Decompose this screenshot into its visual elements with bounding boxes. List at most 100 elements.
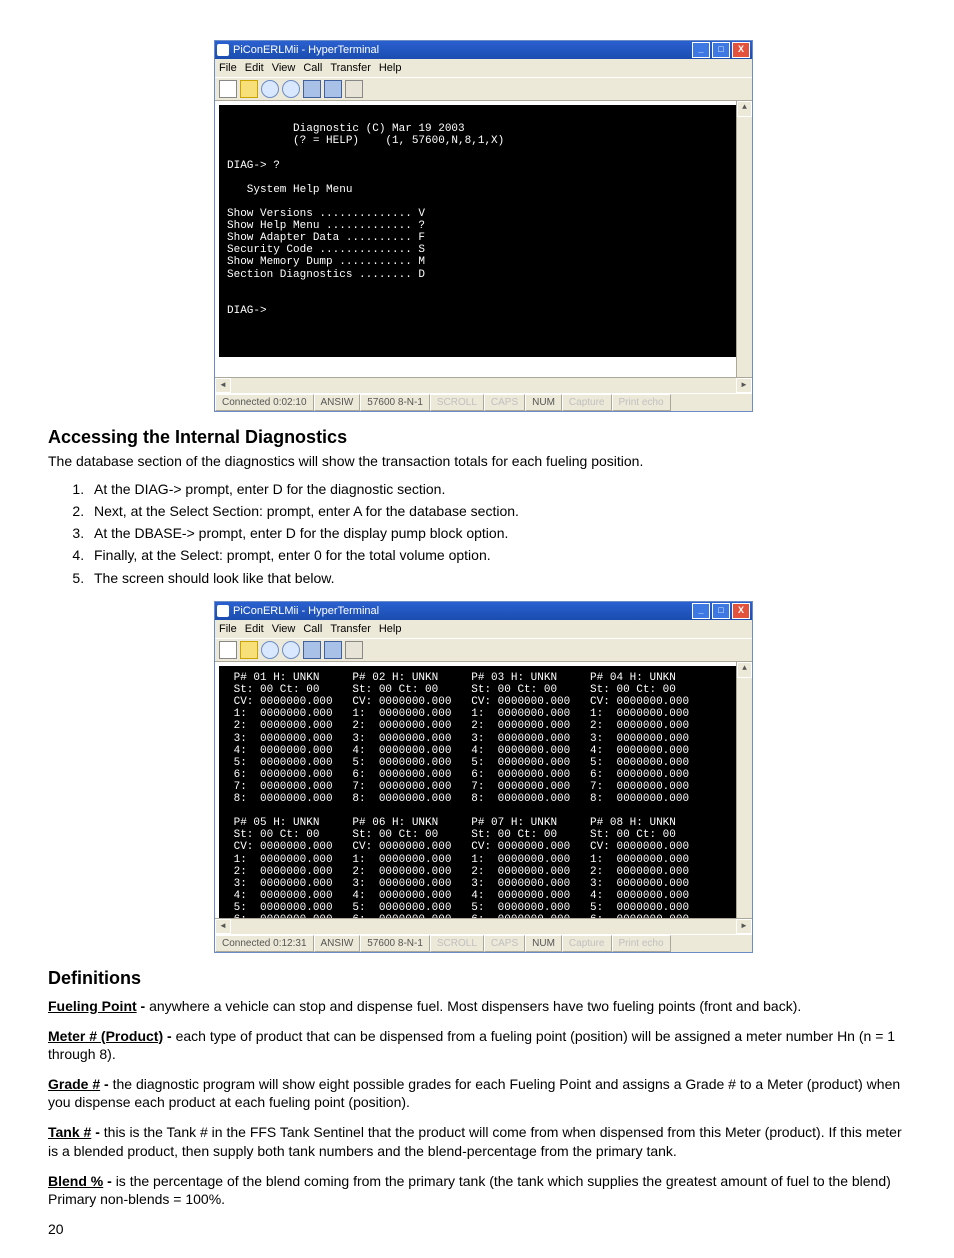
horizontal-scrollbar[interactable]: ◄ ► xyxy=(215,918,752,934)
hangup-icon[interactable] xyxy=(282,641,300,659)
definition-separator: - xyxy=(163,1028,175,1044)
intro-paragraph: The database section of the diagnostics … xyxy=(48,452,906,470)
step-5: The screen should look like that below. xyxy=(88,569,906,587)
call-icon[interactable] xyxy=(261,641,279,659)
new-icon[interactable] xyxy=(219,641,237,659)
status-num: NUM xyxy=(525,935,562,952)
app-icon xyxy=(217,44,229,56)
step-3: At the DBASE-> prompt, enter D for the d… xyxy=(88,524,906,542)
definition-separator: - xyxy=(100,1076,112,1092)
open-icon[interactable] xyxy=(240,641,258,659)
step-2: Next, at the Select Section: prompt, ent… xyxy=(88,502,906,520)
terminal-text: P# 01 H: UNKN P# 02 H: UNKN P# 03 H: UNK… xyxy=(219,666,748,918)
menu-edit[interactable]: Edit xyxy=(245,622,264,636)
steps-list: At the DIAG-> prompt, enter D for the di… xyxy=(88,480,906,587)
app-icon xyxy=(217,605,229,617)
scroll-left-icon[interactable]: ◄ xyxy=(215,378,231,393)
status-scroll: SCROLL xyxy=(430,394,484,411)
definition-item: Meter # (Product) - each type of product… xyxy=(48,1027,906,1063)
definition-item: Fueling Point - anywhere a vehicle can s… xyxy=(48,997,906,1015)
menu-view[interactable]: View xyxy=(272,61,296,75)
maximize-button-icon[interactable]: □ xyxy=(712,603,730,619)
step-1: At the DIAG-> prompt, enter D for the di… xyxy=(88,480,906,498)
new-icon[interactable] xyxy=(219,80,237,98)
window-title: PiConERLMii - HyperTerminal xyxy=(233,604,379,618)
menu-file[interactable]: File xyxy=(219,61,237,75)
horizontal-scrollbar[interactable]: ◄ ► xyxy=(215,377,752,393)
hyperterminal-window-1: PiConERLMii - HyperTerminal _ □ X File E… xyxy=(214,40,753,412)
properties-icon[interactable] xyxy=(345,641,363,659)
menu-edit[interactable]: Edit xyxy=(245,61,264,75)
vertical-scrollbar[interactable]: ▲ xyxy=(736,101,752,377)
page-number: 20 xyxy=(48,1220,906,1238)
scroll-up-icon[interactable]: ▲ xyxy=(737,101,752,117)
scroll-up-icon[interactable]: ▲ xyxy=(737,662,752,678)
call-icon[interactable] xyxy=(261,80,279,98)
definition-separator: - xyxy=(103,1173,115,1189)
titlebar: PiConERLMii - HyperTerminal _ □ X xyxy=(215,602,752,620)
open-icon[interactable] xyxy=(240,80,258,98)
definition-text: this is the Tank # in the FFS Tank Senti… xyxy=(48,1124,902,1158)
menu-call[interactable]: Call xyxy=(303,622,322,636)
menu-help[interactable]: Help xyxy=(379,622,402,636)
status-caps: CAPS xyxy=(484,935,525,952)
heading-definitions: Definitions xyxy=(48,967,906,990)
definition-item: Tank # - this is the Tank # in the FFS T… xyxy=(48,1123,906,1159)
terminal-text: Diagnostic (C) Mar 19 2003 (? = HELP) (1… xyxy=(219,105,748,357)
status-port: 57600 8-N-1 xyxy=(360,394,430,411)
status-detect: ANSIW xyxy=(314,394,361,411)
terminal-content-area: Diagnostic (C) Mar 19 2003 (? = HELP) (1… xyxy=(215,101,752,377)
scroll-right-icon[interactable]: ► xyxy=(736,919,752,934)
receive-icon[interactable] xyxy=(324,641,342,659)
heading-accessing: Accessing the Internal Diagnostics xyxy=(48,426,906,449)
definition-item: Blend % - is the percentage of the blend… xyxy=(48,1172,906,1208)
step-4: Finally, at the Select: prompt, enter 0 … xyxy=(88,546,906,564)
receive-icon[interactable] xyxy=(324,80,342,98)
send-icon[interactable] xyxy=(303,80,321,98)
menubar: File Edit View Call Transfer Help xyxy=(215,620,752,638)
status-connected: Connected 0:02:10 xyxy=(215,394,314,411)
status-caps: CAPS xyxy=(484,394,525,411)
scroll-right-icon[interactable]: ► xyxy=(736,378,752,393)
close-button-icon[interactable]: X xyxy=(732,603,750,619)
maximize-button-icon[interactable]: □ xyxy=(712,42,730,58)
definitions-list: Fueling Point - anywhere a vehicle can s… xyxy=(48,997,906,1209)
send-icon[interactable] xyxy=(303,641,321,659)
minimize-button-icon[interactable]: _ xyxy=(692,42,710,58)
definition-term: Tank # xyxy=(48,1124,91,1140)
close-button-icon[interactable]: X xyxy=(732,42,750,58)
definition-item: Grade # - the diagnostic program will sh… xyxy=(48,1075,906,1111)
status-connected: Connected 0:12:31 xyxy=(215,935,314,952)
status-capture: Capture xyxy=(562,394,612,411)
status-scroll: SCROLL xyxy=(430,935,484,952)
statusbar: Connected 0:02:10 ANSIW 57600 8-N-1 SCRO… xyxy=(215,393,752,411)
definition-separator: - xyxy=(91,1124,103,1140)
vertical-scrollbar[interactable]: ▲ xyxy=(736,662,752,918)
terminal-content-area: P# 01 H: UNKN P# 02 H: UNKN P# 03 H: UNK… xyxy=(215,662,752,918)
definition-term: Fueling Point xyxy=(48,998,137,1014)
menu-transfer[interactable]: Transfer xyxy=(330,61,371,75)
status-printecho: Print echo xyxy=(612,935,671,952)
toolbar xyxy=(215,638,752,662)
menu-transfer[interactable]: Transfer xyxy=(330,622,371,636)
menu-view[interactable]: View xyxy=(272,622,296,636)
definition-term: Blend % xyxy=(48,1173,103,1189)
scroll-left-icon[interactable]: ◄ xyxy=(215,919,231,934)
definition-term: Meter # (Product) xyxy=(48,1028,163,1044)
menu-help[interactable]: Help xyxy=(379,61,402,75)
status-port: 57600 8-N-1 xyxy=(360,935,430,952)
window-title: PiConERLMii - HyperTerminal xyxy=(233,43,379,57)
menu-call[interactable]: Call xyxy=(303,61,322,75)
definition-text: each type of product that can be dispens… xyxy=(48,1028,895,1062)
hangup-icon[interactable] xyxy=(282,80,300,98)
status-num: NUM xyxy=(525,394,562,411)
minimize-button-icon[interactable]: _ xyxy=(692,603,710,619)
definition-text: the diagnostic program will show eight p… xyxy=(48,1076,900,1110)
hyperterminal-window-2: PiConERLMii - HyperTerminal _ □ X File E… xyxy=(214,601,753,953)
menu-file[interactable]: File xyxy=(219,622,237,636)
definition-text: anywhere a vehicle can stop and dispense… xyxy=(149,998,801,1014)
definition-term: Grade # xyxy=(48,1076,100,1092)
statusbar: Connected 0:12:31 ANSIW 57600 8-N-1 SCRO… xyxy=(215,934,752,952)
status-printecho: Print echo xyxy=(612,394,671,411)
properties-icon[interactable] xyxy=(345,80,363,98)
